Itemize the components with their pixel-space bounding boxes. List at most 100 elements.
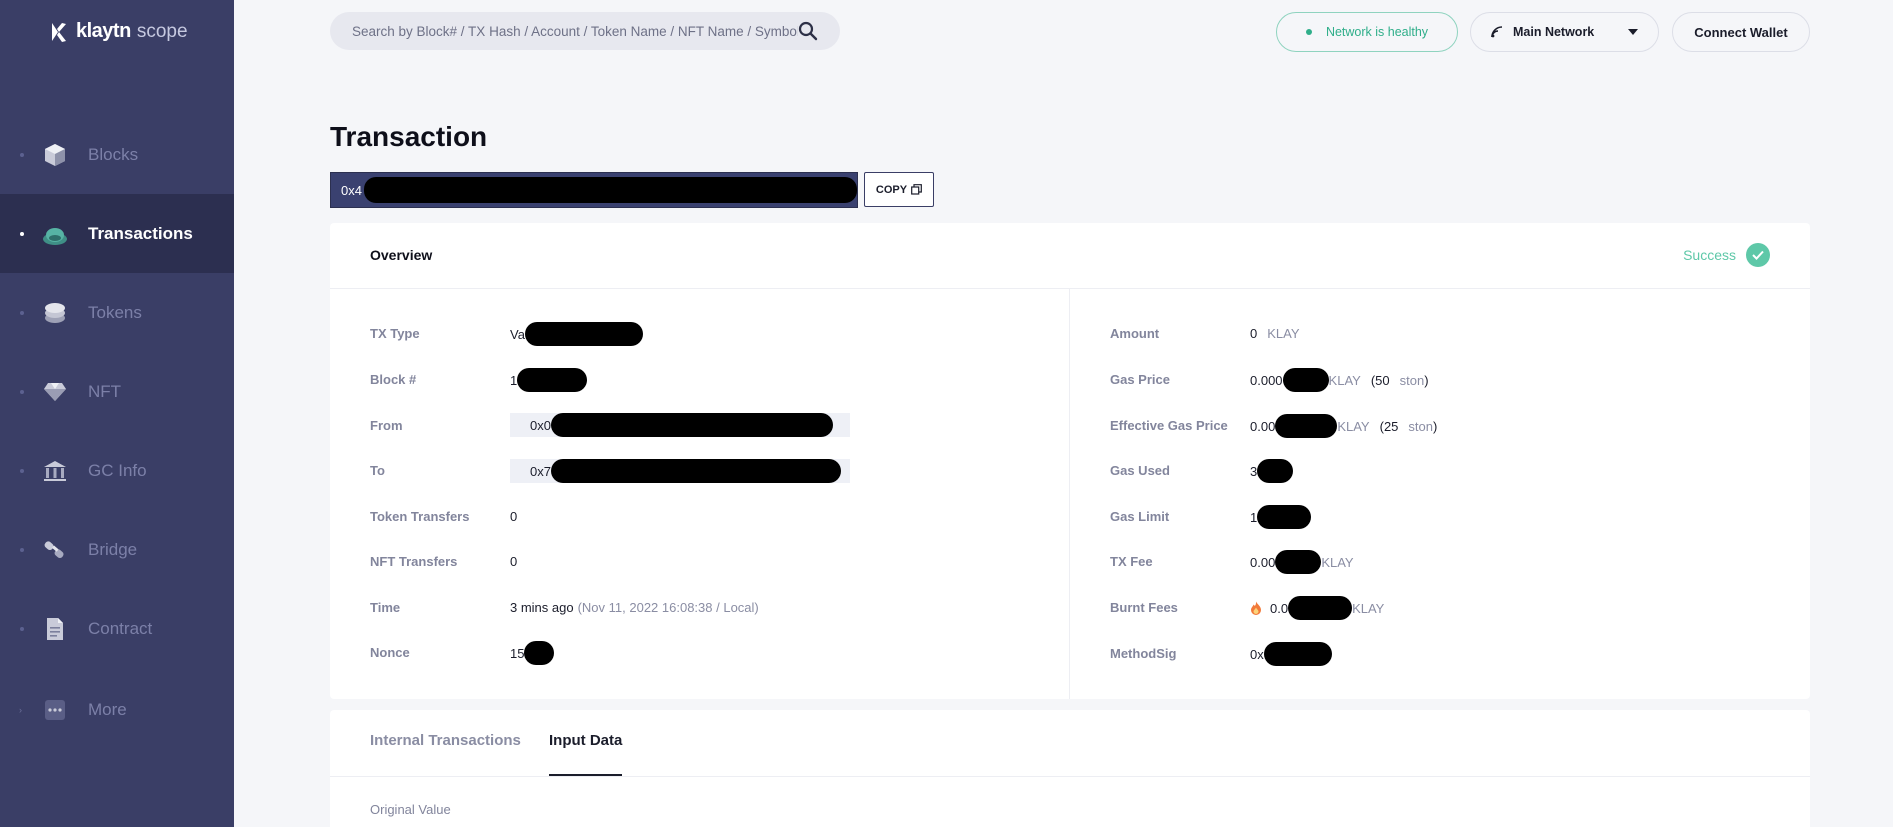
effective-gas-price-ston: 25	[1383, 418, 1399, 434]
sidebar-item-transactions[interactable]: Transactions	[0, 194, 234, 273]
from-address-text: 0x0	[530, 417, 551, 433]
to-label: To	[370, 463, 385, 478]
sidebar-item-bridge[interactable]: Bridge	[0, 510, 234, 589]
sidebar-item-more[interactable]: › More	[0, 670, 234, 749]
original-value-label: Original Value	[370, 802, 451, 817]
tx-type-text: Va	[510, 326, 525, 342]
effective-gas-price-value: 0.00 KLAY ( 25 ston )	[1250, 414, 1437, 438]
redaction-mark	[1257, 459, 1294, 483]
status-text: Success	[1683, 247, 1736, 263]
tx-fee-value: 0.00 KLAY	[1250, 550, 1354, 574]
nav-bullet	[20, 152, 24, 157]
network-select[interactable]: Main Network	[1470, 12, 1659, 52]
effective-gas-price-text: 0.00	[1250, 418, 1276, 434]
diamond-icon	[42, 379, 68, 405]
block-number-text: 1	[510, 372, 518, 388]
document-icon	[42, 616, 68, 642]
brand-suffix: scope	[136, 20, 188, 42]
tab-input-data[interactable]: Input Data	[549, 732, 623, 776]
copy-icon	[911, 184, 922, 195]
block-number-value[interactable]: 1	[510, 368, 588, 392]
search-placeholder: Search by Block# / TX Hash / Account / T…	[352, 23, 798, 39]
nav-bullet	[20, 547, 24, 552]
tx-type-value: Va	[510, 322, 643, 346]
tx-fee-label: TX Fee	[1110, 554, 1153, 569]
nav-bullet	[20, 310, 24, 315]
chevron-down-icon	[1628, 29, 1638, 35]
tab-internal-transactions[interactable]: Internal Transactions	[370, 732, 521, 776]
ston-unit: ston	[1408, 418, 1433, 434]
redaction-mark	[524, 322, 643, 346]
copy-label: COPY	[875, 183, 908, 196]
tabs-divider	[330, 776, 1810, 777]
sidebar-item-label: Tokens	[88, 302, 142, 322]
paren: )	[1432, 418, 1438, 434]
sidebar-item-blocks[interactable]: Blocks	[0, 115, 234, 194]
more-icon	[42, 697, 68, 723]
nonce-label: Nonce	[370, 645, 410, 660]
redaction-mark	[550, 459, 841, 483]
gas-limit-text: 1	[1250, 509, 1258, 525]
burnt-fees-label: Burnt Fees	[1110, 600, 1178, 615]
gas-used-text: 3	[1250, 463, 1258, 479]
token-transfers-label: Token Transfers	[370, 509, 470, 524]
amount-unit: KLAY	[1267, 326, 1300, 341]
tx-type-label: TX Type	[370, 326, 420, 341]
network-status-text: Network is healthy	[1325, 25, 1429, 39]
check-icon	[1746, 243, 1770, 267]
method-sig-text: 0x	[1250, 646, 1264, 662]
network-status-badge: Network is healthy	[1276, 12, 1458, 52]
to-address[interactable]: 0x7	[510, 459, 850, 483]
status-badge: Success	[1683, 243, 1770, 267]
page-title: Transaction	[330, 121, 488, 152]
sidebar-item-nft[interactable]: NFT	[0, 352, 234, 431]
redaction-mark	[524, 641, 555, 665]
copy-button[interactable]: COPY	[864, 172, 934, 207]
to-address-text: 0x7	[530, 463, 551, 479]
klaytn-scope-logo[interactable]: klaytn scope	[48, 20, 188, 43]
sidebar-item-contract[interactable]: Contract	[0, 589, 234, 668]
burnt-fees-text: 0.0	[1270, 600, 1289, 616]
token-transfers-value: 0	[510, 509, 518, 524]
search-input[interactable]: Search by Block# / TX Hash / Account / T…	[330, 12, 840, 50]
redaction-mark	[517, 368, 588, 392]
gas-price-label: Gas Price	[1110, 372, 1170, 387]
nav-bullet	[20, 231, 24, 236]
from-label: From	[370, 418, 403, 433]
nonce-text: 15	[510, 645, 525, 661]
sidebar-item-tokens[interactable]: Tokens	[0, 273, 234, 352]
gas-used-value: 3	[1250, 459, 1294, 483]
klaytn-logo-icon	[52, 22, 66, 42]
sidebar-item-gc-info[interactable]: GC Info	[0, 431, 234, 510]
redaction-mark	[363, 177, 857, 203]
search-icon[interactable]	[798, 21, 818, 41]
effective-gas-price-unit: KLAY	[1337, 418, 1370, 434]
nonce-value: 15	[510, 641, 555, 665]
column-divider	[1069, 289, 1070, 699]
gas-used-label: Gas Used	[1110, 463, 1170, 478]
details-tabs-card: Internal Transactions Input Data Origina…	[330, 710, 1810, 827]
transactions-icon	[42, 221, 68, 247]
burnt-fees-unit: KLAY	[1352, 600, 1385, 616]
sidebar-item-label: Blocks	[88, 144, 139, 164]
overview-title: Overview	[370, 247, 433, 263]
nav-bullet	[20, 389, 24, 394]
nft-transfers-label: NFT Transfers	[370, 554, 458, 569]
method-sig-label: MethodSig	[1110, 646, 1177, 661]
time-value: 3 mins ago (Nov 11, 2022 16:08:38 / Loca…	[510, 600, 759, 615]
amount-value: 0 KLAY	[1250, 326, 1300, 341]
cube-icon	[42, 142, 68, 168]
effective-gas-price-label: Effective Gas Price	[1110, 418, 1228, 433]
tx-fee-unit: KLAY	[1321, 554, 1354, 570]
connect-wallet-button[interactable]: Connect Wallet	[1672, 12, 1810, 52]
nft-transfers-value: 0	[510, 554, 518, 569]
burnt-fees-value: 0.0 KLAY	[1250, 596, 1384, 620]
redaction-mark	[1263, 642, 1332, 666]
brand-name: klaytn	[76, 20, 131, 42]
nav-bullet	[20, 626, 24, 631]
from-address[interactable]: 0x0	[510, 413, 850, 437]
sidebar-item-label: More	[88, 699, 127, 719]
signal-icon	[1491, 26, 1503, 38]
time-relative: 3 mins ago	[510, 600, 574, 615]
amount-text: 0	[1250, 326, 1258, 341]
